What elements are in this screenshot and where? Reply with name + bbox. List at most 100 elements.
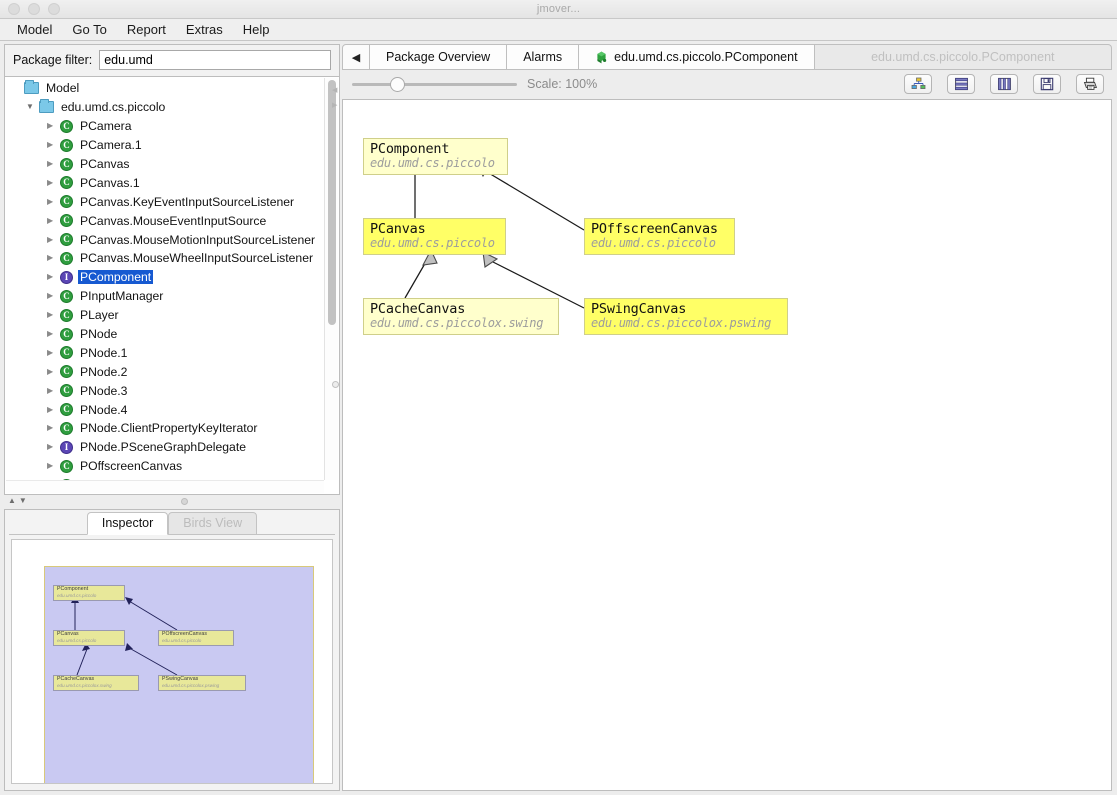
- chevron-right-icon[interactable]: ▶: [47, 330, 58, 338]
- menu-item-model[interactable]: Model: [7, 21, 62, 38]
- chevron-right-icon[interactable]: ▶: [47, 254, 58, 262]
- tree-row[interactable]: ▶ C PCanvas.MouseEventInputSource: [5, 211, 324, 230]
- tree-row-label: PNode.ClientPropertyKeyIterator: [80, 421, 258, 436]
- model-tree[interactable]: Model ▼ edu.umd.cs.piccolo ▶ C PCamera ▶ C PCame…: [5, 77, 324, 480]
- menu-item-extras[interactable]: Extras: [176, 21, 233, 38]
- inspector-content[interactable]: PComponent edu.umd.cs.piccolo PCanvas edu.u…: [11, 539, 333, 784]
- tree-row[interactable]: ▶ C PNode.1: [5, 343, 324, 362]
- chevron-right-icon[interactable]: ▶: [47, 197, 58, 206]
- scale-label: Scale: 100%: [527, 77, 598, 91]
- tree-row-label: PCanvas.1: [80, 175, 140, 190]
- tree-row[interactable]: ▶ C PCanvas.MouseWheelInputSourceListener: [5, 249, 324, 268]
- tree-row[interactable]: ▶ C PCanvas: [5, 155, 324, 174]
- tree-row[interactable]: ▶ C POffscreenCanvas: [5, 457, 324, 476]
- tab-inspector[interactable]: Inspector: [86, 512, 169, 535]
- menu-bar[interactable]: Model Go To Report Extras Help: [0, 19, 1117, 41]
- chevron-right-icon[interactable]: ▶: [47, 178, 58, 187]
- horizontal-layout-button[interactable]: [947, 74, 975, 94]
- chevron-right-icon[interactable]: ▶: [47, 386, 58, 395]
- hierarchy-layout-button[interactable]: [904, 74, 932, 94]
- left-pane-collapse-arrows[interactable]: ◀ ▶: [332, 87, 337, 109]
- menu-item-help[interactable]: Help: [233, 21, 280, 38]
- tab-package-overview[interactable]: Package Overview: [370, 44, 508, 70]
- package-filter-row: Package filter:: [4, 44, 340, 76]
- tree-row-label: PNode.2: [80, 364, 128, 379]
- chevron-down-icon[interactable]: ▼: [26, 103, 37, 111]
- editor-tabbar[interactable]: ◀ Package Overview Alarms edu.umd.cs.pic…: [340, 44, 1112, 70]
- collapse-down-icon[interactable]: ▼: [19, 497, 27, 505]
- class-node-package: edu.umd.cs.piccolo: [591, 235, 716, 250]
- class-node[interactable]: PCacheCanvas edu.umd.cs.piccolox.swing: [363, 298, 559, 335]
- tree-row-label: POffscreenCanvas: [80, 459, 183, 474]
- tree-row[interactable]: ▼ edu.umd.cs.piccolo: [5, 98, 324, 117]
- divider-grip-icon[interactable]: [181, 497, 189, 505]
- tree-vertical-scrollbar-thumb[interactable]: [328, 80, 336, 325]
- tree-row[interactable]: ▶ C PCanvas.MouseMotionInputSourceListener: [5, 230, 324, 249]
- chevron-right-icon[interactable]: ▶: [47, 141, 58, 149]
- tree-row[interactable]: ▶ C PNode.ClientPropertyKeyIterator: [5, 419, 324, 438]
- vertical-split-grip[interactable]: [331, 379, 340, 390]
- back-button[interactable]: ◀: [342, 44, 370, 70]
- model-tree-panel: Model ▼ edu.umd.cs.piccolo ▶ C PCamera ▶ C PCame…: [4, 76, 340, 495]
- tree-row[interactable]: ▶ I PNode.PSceneGraphDelegate: [5, 438, 324, 457]
- tree-row[interactable]: ▶ C PCamera: [5, 117, 324, 136]
- tree-row[interactable]: ▶ C PInputManager: [5, 287, 324, 306]
- chevron-right-icon[interactable]: ▶: [47, 405, 58, 414]
- chevron-right-icon[interactable]: ▶: [47, 462, 58, 470]
- tree-horizontal-scrollbar[interactable]: [6, 480, 324, 493]
- class-node[interactable]: PSwingCanvas edu.umd.cs.piccolox.pswing: [584, 298, 788, 335]
- tree-row[interactable]: ▶ C PNode.3: [5, 381, 324, 400]
- expand-right-icon[interactable]: ▶: [332, 102, 337, 109]
- collapse-up-icon[interactable]: ▲: [8, 497, 16, 505]
- chevron-right-icon[interactable]: ▶: [47, 122, 58, 130]
- tree-row[interactable]: ▶ C PCanvas.1: [5, 173, 324, 192]
- chevron-right-icon[interactable]: ▶: [47, 348, 58, 357]
- class-node[interactable]: POffscreenCanvas edu.umd.cs.piccolo: [584, 218, 735, 255]
- class-graph-icon: [595, 51, 608, 64]
- mini-class-node-package: edu.umd.cs.piccolox.swing: [57, 682, 112, 688]
- chevron-right-icon[interactable]: ▶: [47, 235, 58, 244]
- chevron-right-icon[interactable]: ▶: [47, 273, 58, 281]
- tab-pcomponent-active[interactable]: edu.umd.cs.piccolo.PComponent: [579, 44, 815, 70]
- inspector-tabbar[interactable]: Inspector Birds View: [5, 510, 339, 535]
- class-icon: C: [60, 195, 73, 209]
- chevron-right-icon[interactable]: ▶: [47, 216, 58, 225]
- tree-row[interactable]: ▶ C PLayer: [5, 306, 324, 325]
- tab-alarms[interactable]: Alarms: [507, 44, 580, 70]
- package-filter-input[interactable]: [99, 50, 331, 70]
- class-node[interactable]: PComponent edu.umd.cs.piccolo: [363, 138, 508, 175]
- tab-pcomponent-inactive[interactable]: edu.umd.cs.piccolo.PComponent: [814, 44, 1112, 70]
- tab-birds-view[interactable]: Birds View: [168, 512, 258, 535]
- tree-row[interactable]: ▶ C PNode.4: [5, 400, 324, 419]
- tree-row[interactable]: ▶ C PNode: [5, 325, 324, 344]
- chevron-right-icon[interactable]: ▶: [47, 443, 58, 451]
- vertical-layout-button[interactable]: [990, 74, 1018, 94]
- menu-item-report[interactable]: Report: [117, 21, 176, 38]
- print-button[interactable]: [1076, 74, 1104, 94]
- scale-slider-track[interactable]: [352, 83, 517, 86]
- chevron-right-icon[interactable]: ▶: [47, 292, 58, 300]
- class-node-package: edu.umd.cs.piccolo: [370, 155, 495, 170]
- tree-vertical-scrollbar[interactable]: [324, 78, 338, 480]
- class-diagram-canvas[interactable]: PComponent edu.umd.cs.piccolo PCanvas edu.u…: [342, 99, 1112, 791]
- scale-slider-knob[interactable]: [390, 77, 405, 92]
- tree-row[interactable]: ▶ C PCanvas.KeyEventInputSourceListener: [5, 192, 324, 211]
- tree-row[interactable]: ▶ C PCamera.1: [5, 136, 324, 155]
- package-filter-label: Package filter:: [13, 53, 93, 67]
- tree-row[interactable]: ▶ C PNode.2: [5, 362, 324, 381]
- chevron-right-icon[interactable]: ▶: [47, 424, 58, 432]
- chevron-right-icon[interactable]: ▶: [47, 367, 58, 376]
- class-icon: C: [60, 289, 73, 303]
- collapse-left-icon[interactable]: ◀: [332, 87, 337, 94]
- scale-slider[interactable]: [352, 75, 517, 93]
- chevron-right-icon[interactable]: ▶: [47, 311, 58, 319]
- class-node[interactable]: PCanvas edu.umd.cs.piccolo: [363, 218, 506, 255]
- tree-row[interactable]: ▶ I PComponent: [5, 268, 324, 287]
- tree-row-label: PCanvas: [80, 157, 130, 171]
- chevron-right-icon[interactable]: ▶: [47, 160, 58, 168]
- tree-row[interactable]: Model: [5, 79, 324, 98]
- save-button[interactable]: [1033, 74, 1061, 94]
- menu-item-goto[interactable]: Go To: [62, 21, 116, 38]
- inspector-mini-diagram[interactable]: PComponent edu.umd.cs.piccolo PCanvas edu.u…: [44, 566, 314, 783]
- left-split-divider[interactable]: ▲ ▼: [4, 495, 340, 507]
